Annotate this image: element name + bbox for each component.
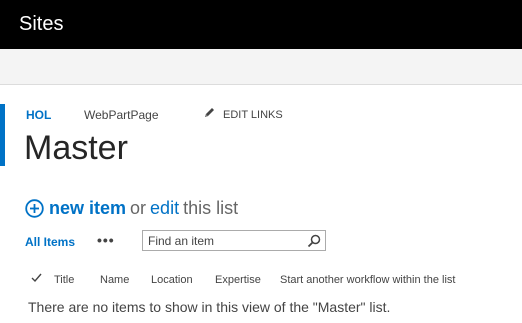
suite-bar: Sites (0, 0, 522, 49)
search-input[interactable] (148, 232, 298, 249)
list-hero: new item or edit this list (25, 197, 238, 221)
topnav-item-webpartpage[interactable]: WebPartPage (84, 107, 159, 123)
checkmark-icon[interactable] (31, 272, 42, 283)
ribbon-area (0, 49, 522, 85)
column-header-location[interactable]: Location (151, 273, 193, 287)
edit-links-label: EDIT LINKS (223, 109, 283, 121)
hero-this-list-text: this list (183, 198, 239, 218)
search-icon[interactable] (307, 234, 321, 248)
search-box (142, 230, 326, 251)
site-accent-bar (0, 104, 5, 166)
new-item-link[interactable]: new item (49, 198, 126, 218)
empty-list-message: There are no items to show in this view … (28, 299, 391, 315)
pencil-icon (205, 108, 214, 117)
view-all-items[interactable]: All Items (25, 235, 75, 249)
hero-or-text: or (130, 198, 147, 218)
column-header-workflow[interactable]: Start another workflow within the list (280, 273, 455, 287)
column-header-expertise[interactable]: Expertise (215, 273, 261, 287)
edit-list-link[interactable]: edit (150, 198, 179, 218)
column-header-name[interactable]: Name (100, 273, 129, 287)
suite-bar-title[interactable]: Sites (19, 11, 63, 37)
page-title: Master (24, 129, 128, 167)
ellipsis-icon[interactable]: ••• (97, 232, 115, 248)
plus-circle-icon[interactable] (25, 199, 44, 218)
topnav-item-hol[interactable]: HOL (26, 107, 51, 123)
view-selector: All Items (25, 234, 75, 250)
column-header-title[interactable]: Title (54, 273, 74, 287)
edit-links-button[interactable]: EDIT LINKS (203, 107, 283, 123)
